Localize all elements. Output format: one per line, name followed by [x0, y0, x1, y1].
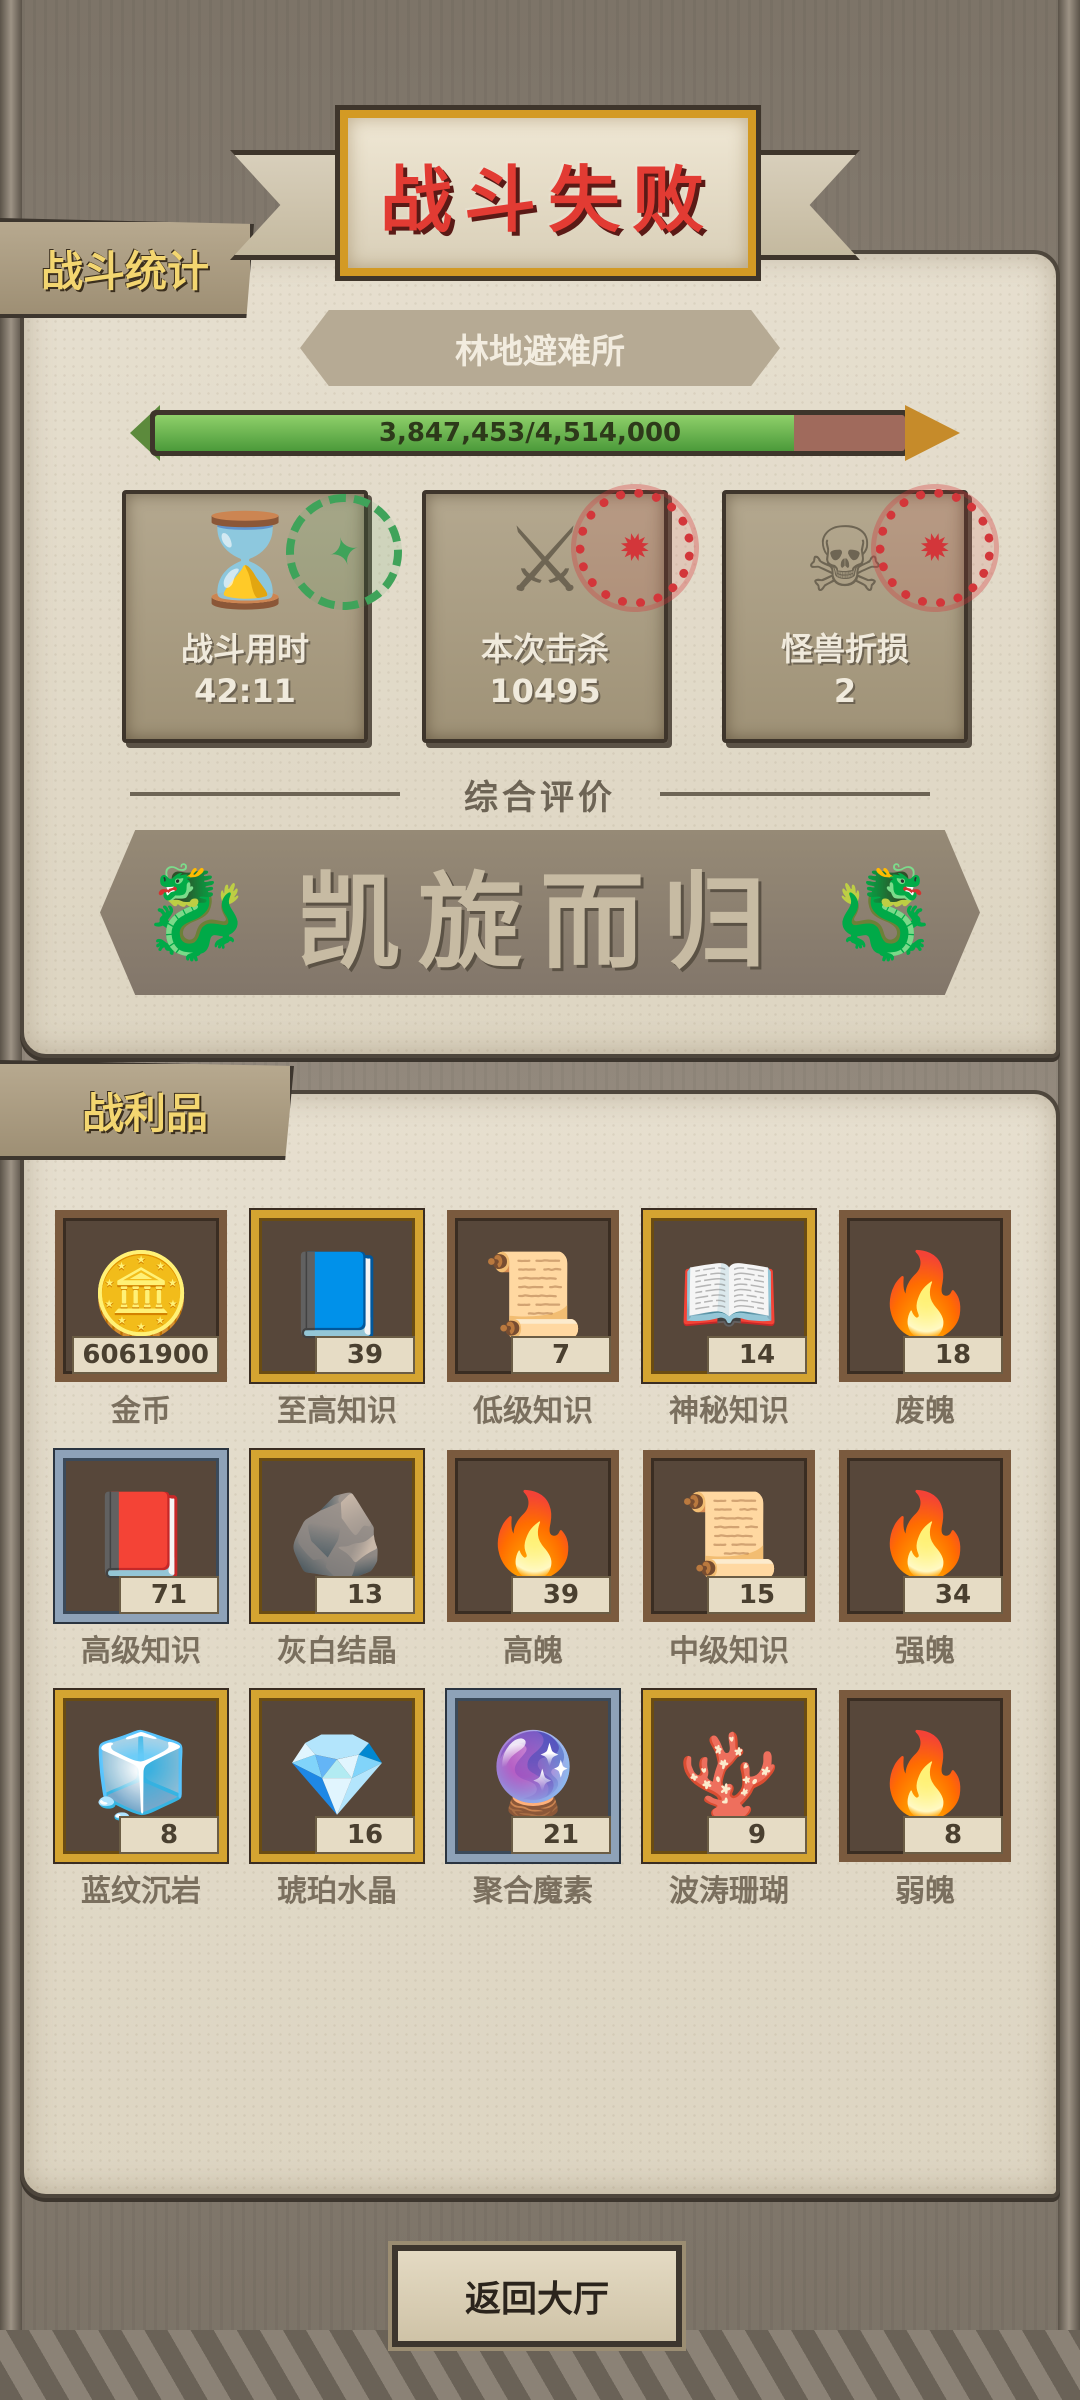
- location-name: 林地避难所: [300, 310, 780, 386]
- loot-item-frame: 🔥 34: [839, 1450, 1011, 1622]
- loot-item[interactable]: 📕 71 高级知识: [55, 1450, 227, 1670]
- loot-item-count: 71: [119, 1576, 219, 1614]
- loot-item[interactable]: 🔥 34 强魄: [839, 1450, 1011, 1670]
- stat-label: 本次击杀: [480, 630, 609, 668]
- rating-grade-banner: 🐉 凯旋而归 🐉: [100, 830, 980, 995]
- loot-item-name: 高魄: [503, 1634, 563, 1669]
- loot-item-count: 34: [903, 1576, 1003, 1614]
- loot-item-count: 16: [315, 1816, 415, 1854]
- loot-item-frame: 🔮 21: [447, 1690, 619, 1862]
- loot-item-name: 废魄: [895, 1394, 955, 1429]
- result-title: 战斗失败: [379, 157, 716, 242]
- loot-item-count: 7: [511, 1336, 611, 1374]
- loot-item-frame: 📖 14: [643, 1210, 815, 1382]
- crossed-swords-icon: ⚔: [504, 508, 586, 613]
- loot-item-name: 低级知识: [473, 1394, 593, 1429]
- loot-item-count: 18: [903, 1336, 1003, 1374]
- loot-item-name: 金币: [111, 1394, 171, 1429]
- dragon-emblem-icon: 🐉: [140, 860, 253, 965]
- result-banner: 战斗失败: [230, 105, 860, 281]
- loot-item-frame: 🧊 8: [55, 1690, 227, 1862]
- banner-plate: 战斗失败: [335, 105, 761, 281]
- loot-item[interactable]: 🔮 21 聚合魔素: [447, 1690, 619, 1910]
- battle-stats-tab: 战斗统计: [0, 218, 254, 318]
- loot-item-frame: 📕 71: [55, 1450, 227, 1622]
- loot-item-frame: 📘 39: [251, 1210, 423, 1382]
- loot-item-name: 至高知识: [277, 1394, 397, 1429]
- loot-item[interactable]: 🪸 9 波涛珊瑚: [643, 1690, 815, 1910]
- loot-item-frame: 🪸 9: [643, 1690, 815, 1862]
- stat-value: 42:11: [194, 672, 296, 710]
- boss-hp-bar: 3,847,453/4,514,000: [150, 410, 910, 456]
- hourglass-icon: ⌛: [188, 508, 302, 613]
- loot-item-count: 6061900: [72, 1336, 219, 1374]
- loot-item-count: 39: [511, 1576, 611, 1614]
- loot-item[interactable]: 📘 39 至高知识: [251, 1210, 423, 1430]
- loot-item-name: 神秘知识: [669, 1394, 789, 1429]
- loot-item-count: 13: [315, 1576, 415, 1614]
- loot-item-frame: 📜 7: [447, 1210, 619, 1382]
- dragon-emblem-icon: 🐉: [827, 860, 940, 965]
- stat-card-battle-time: ⌛ 战斗用时 42:11 ✦: [122, 480, 416, 743]
- loot-item[interactable]: 🔥 39 高魄: [447, 1450, 619, 1670]
- loot-item-count: 39: [315, 1336, 415, 1374]
- loot-item[interactable]: 🪙 6061900 金币: [55, 1210, 227, 1430]
- loot-item-name: 弱魄: [895, 1874, 955, 1909]
- loot-item-frame: 🪙 6061900: [55, 1210, 227, 1382]
- hp-bar-text: 3,847,453/4,514,000: [378, 418, 682, 448]
- loot-item-frame: 🔥 39: [447, 1450, 619, 1622]
- loot-item-count: 14: [707, 1336, 807, 1374]
- rating-divider-right: [660, 792, 930, 796]
- loot-tab: 战利品: [0, 1060, 294, 1160]
- hp-bar-track: 3,847,453/4,514,000: [155, 415, 905, 451]
- loot-item-name: 琥珀水晶: [277, 1874, 397, 1909]
- loot-item[interactable]: 📜 15 中级知识: [643, 1450, 815, 1670]
- loot-item[interactable]: 🔥 8 弱魄: [839, 1690, 1011, 1910]
- loot-item[interactable]: 📖 14 神秘知识: [643, 1210, 815, 1430]
- stat-card-kills: ⚔ 本次击杀 10495 ✹: [422, 475, 708, 743]
- left-wood-border: [0, 0, 22, 2400]
- loot-item-count: 8: [903, 1816, 1003, 1854]
- loot-item[interactable]: 🔥 18 废魄: [839, 1210, 1011, 1430]
- right-wood-border: [1058, 0, 1080, 2400]
- stat-card-monster-loss: ☠ 怪兽折损 2 ✹: [722, 475, 1008, 743]
- loot-item-name: 蓝纹沉岩: [81, 1874, 201, 1909]
- loot-item-count: 8: [119, 1816, 219, 1854]
- loot-item[interactable]: 📜 7 低级知识: [447, 1210, 619, 1430]
- loot-item-count: 15: [707, 1576, 807, 1614]
- loot-item-name: 强魄: [895, 1634, 955, 1669]
- rating-grade: 凯旋而归: [295, 861, 784, 983]
- stat-value: 2: [833, 672, 857, 710]
- loot-item-name: 高级知识: [81, 1634, 201, 1669]
- loot-item-frame: 💎 16: [251, 1690, 423, 1862]
- loot-item-frame: 📜 15: [643, 1450, 815, 1622]
- loot-item-count: 9: [707, 1816, 807, 1854]
- stat-label: 战斗用时: [180, 630, 309, 668]
- loot-item[interactable]: 🧊 8 蓝纹沉岩: [55, 1690, 227, 1910]
- loot-item-frame: 🔥 18: [839, 1210, 1011, 1382]
- stat-value: 10495: [489, 672, 601, 710]
- loot-item-name: 聚合魔素: [473, 1874, 593, 1909]
- loot-item-name: 灰白结晶: [277, 1634, 397, 1669]
- loot-item-count: 21: [511, 1816, 611, 1854]
- loot-item-name: 波涛珊瑚: [669, 1874, 789, 1909]
- loot-item-frame: 🔥 8: [839, 1690, 1011, 1862]
- loot-item[interactable]: 💎 16 琥珀水晶: [251, 1690, 423, 1910]
- loot-item[interactable]: 🪨 13 灰白结晶: [251, 1450, 423, 1670]
- skull-icon: ☠: [804, 508, 886, 613]
- progress-right-arrow: [905, 405, 960, 461]
- loot-item-name: 中级知识: [669, 1634, 789, 1669]
- stat-label: 怪兽折损: [780, 630, 909, 668]
- return-lobby-button[interactable]: 返回大厅: [388, 2241, 686, 2351]
- loot-item-frame: 🪨 13: [251, 1450, 423, 1622]
